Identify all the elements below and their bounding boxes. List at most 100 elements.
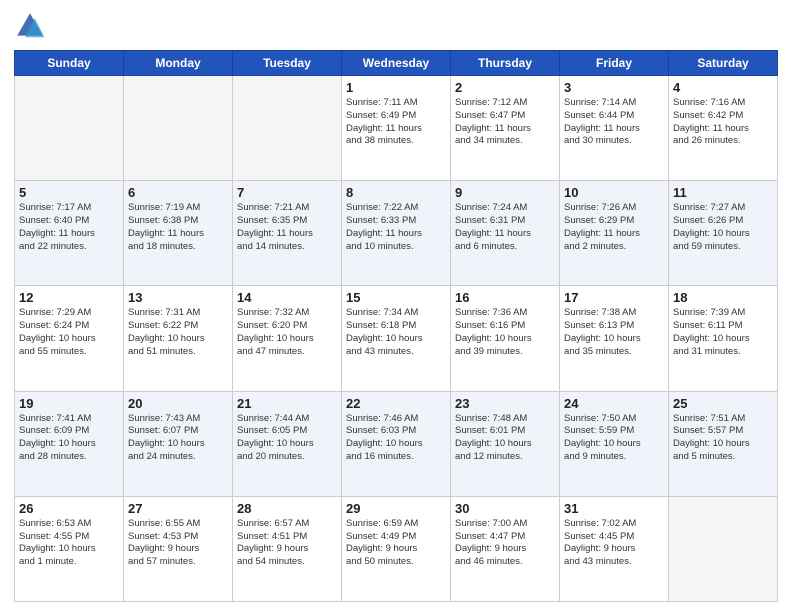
day-number: 20 bbox=[128, 396, 228, 411]
calendar-day-cell bbox=[124, 76, 233, 181]
calendar-day-cell: 17 Sunrise: 7:38 AM Sunset: 6:13 PM Dayli… bbox=[560, 286, 669, 391]
calendar-day-cell: 30Sunrise: 7:00 AM Sunset: 4:47 PM Dayli… bbox=[451, 496, 560, 601]
day-number: 6 bbox=[128, 185, 228, 200]
day-number: 26 bbox=[19, 501, 119, 516]
day-info: Sunrise: 7:34 AM Sunset: 6:18 PM Dayligh… bbox=[346, 307, 446, 358]
calendar-day-cell: 3 Sunrise: 7:14 AM Sunset: 6:44 PM Daylig… bbox=[560, 76, 669, 181]
logo bbox=[14, 10, 48, 42]
day-info: Sunrise: 7:16 AM Sunset: 6:42 PM Dayligh… bbox=[673, 97, 773, 148]
page-header bbox=[14, 10, 778, 42]
day-info: Sunrise: 7:36 AM Sunset: 6:16 PM Dayligh… bbox=[455, 307, 555, 358]
calendar-day-cell: 6 Sunrise: 7:19 AM Sunset: 6:38 PM Daylig… bbox=[124, 181, 233, 286]
calendar-day-cell: 10 Sunrise: 7:26 AM Sunset: 6:29 PM Dayli… bbox=[560, 181, 669, 286]
day-number: 18 bbox=[673, 290, 773, 305]
day-info: Sunrise: 7:39 AM Sunset: 6:11 PM Dayligh… bbox=[673, 307, 773, 358]
calendar-day-cell: 25 Sunrise: 7:51 AM Sunset: 5:57 PM Dayli… bbox=[669, 391, 778, 496]
day-info: Sunrise: 7:11 AM Sunset: 6:49 PM Dayligh… bbox=[346, 97, 446, 148]
logo-icon bbox=[14, 10, 46, 42]
day-number: 30 bbox=[455, 501, 555, 516]
day-info: Sunrise: 7:44 AM Sunset: 6:05 PM Dayligh… bbox=[237, 413, 337, 464]
day-number: 3 bbox=[564, 80, 664, 95]
day-info: Sunrise: 7:32 AM Sunset: 6:20 PM Dayligh… bbox=[237, 307, 337, 358]
day-number: 8 bbox=[346, 185, 446, 200]
day-info: Sunrise: 7:21 AM Sunset: 6:35 PM Dayligh… bbox=[237, 202, 337, 253]
calendar-weekday-monday: Monday bbox=[124, 51, 233, 76]
calendar-week-row: 12 Sunrise: 7:29 AM Sunset: 6:24 PM Dayli… bbox=[15, 286, 778, 391]
day-number: 17 bbox=[564, 290, 664, 305]
day-number: 1 bbox=[346, 80, 446, 95]
day-info: Sunrise: 7:43 AM Sunset: 6:07 PM Dayligh… bbox=[128, 413, 228, 464]
day-info: Sunrise: 7:26 AM Sunset: 6:29 PM Dayligh… bbox=[564, 202, 664, 253]
day-number: 10 bbox=[564, 185, 664, 200]
day-number: 21 bbox=[237, 396, 337, 411]
day-info: Sunrise: 7:41 AM Sunset: 6:09 PM Dayligh… bbox=[19, 413, 119, 464]
day-number: 22 bbox=[346, 396, 446, 411]
calendar-weekday-saturday: Saturday bbox=[669, 51, 778, 76]
day-number: 11 bbox=[673, 185, 773, 200]
calendar-weekday-sunday: Sunday bbox=[15, 51, 124, 76]
calendar-weekday-wednesday: Wednesday bbox=[342, 51, 451, 76]
day-info: Sunrise: 6:55 AM Sunset: 4:53 PM Dayligh… bbox=[128, 518, 228, 569]
calendar-day-cell: 15 Sunrise: 7:34 AM Sunset: 6:18 PM Dayli… bbox=[342, 286, 451, 391]
calendar-day-cell: 7 Sunrise: 7:21 AM Sunset: 6:35 PM Daylig… bbox=[233, 181, 342, 286]
day-number: 25 bbox=[673, 396, 773, 411]
day-info: Sunrise: 6:57 AM Sunset: 4:51 PM Dayligh… bbox=[237, 518, 337, 569]
day-info: Sunrise: 7:17 AM Sunset: 6:40 PM Dayligh… bbox=[19, 202, 119, 253]
calendar-day-cell bbox=[15, 76, 124, 181]
calendar-day-cell: 13Sunrise: 7:31 AM Sunset: 6:22 PM Dayli… bbox=[124, 286, 233, 391]
calendar-day-cell: 5 Sunrise: 7:17 AM Sunset: 6:40 PM Daylig… bbox=[15, 181, 124, 286]
calendar-day-cell: 22Sunrise: 7:46 AM Sunset: 6:03 PM Dayli… bbox=[342, 391, 451, 496]
day-number: 24 bbox=[564, 396, 664, 411]
day-info: Sunrise: 7:14 AM Sunset: 6:44 PM Dayligh… bbox=[564, 97, 664, 148]
calendar-day-cell: 1 Sunrise: 7:11 AM Sunset: 6:49 PM Daylig… bbox=[342, 76, 451, 181]
day-info: Sunrise: 7:27 AM Sunset: 6:26 PM Dayligh… bbox=[673, 202, 773, 253]
day-info: Sunrise: 7:12 AM Sunset: 6:47 PM Dayligh… bbox=[455, 97, 555, 148]
calendar-day-cell: 18 Sunrise: 7:39 AM Sunset: 6:11 PM Dayli… bbox=[669, 286, 778, 391]
calendar-day-cell: 8 Sunrise: 7:22 AM Sunset: 6:33 PM Daylig… bbox=[342, 181, 451, 286]
calendar-day-cell bbox=[233, 76, 342, 181]
calendar-day-cell: 26Sunrise: 6:53 AM Sunset: 4:55 PM Dayli… bbox=[15, 496, 124, 601]
calendar-day-cell: 23 Sunrise: 7:48 AM Sunset: 6:01 PM Dayli… bbox=[451, 391, 560, 496]
calendar-day-cell: 14Sunrise: 7:32 AM Sunset: 6:20 PM Dayli… bbox=[233, 286, 342, 391]
day-info: Sunrise: 7:19 AM Sunset: 6:38 PM Dayligh… bbox=[128, 202, 228, 253]
day-info: Sunrise: 7:38 AM Sunset: 6:13 PM Dayligh… bbox=[564, 307, 664, 358]
day-info: Sunrise: 7:22 AM Sunset: 6:33 PM Dayligh… bbox=[346, 202, 446, 253]
day-number: 27 bbox=[128, 501, 228, 516]
calendar-week-row: 26Sunrise: 6:53 AM Sunset: 4:55 PM Dayli… bbox=[15, 496, 778, 601]
calendar-day-cell: 20 Sunrise: 7:43 AM Sunset: 6:07 PM Dayli… bbox=[124, 391, 233, 496]
calendar-day-cell: 2 Sunrise: 7:12 AM Sunset: 6:47 PM Daylig… bbox=[451, 76, 560, 181]
calendar-day-cell: 28 Sunrise: 6:57 AM Sunset: 4:51 PM Dayli… bbox=[233, 496, 342, 601]
calendar-week-row: 19 Sunrise: 7:41 AM Sunset: 6:09 PM Dayli… bbox=[15, 391, 778, 496]
calendar-day-cell: 16Sunrise: 7:36 AM Sunset: 6:16 PM Dayli… bbox=[451, 286, 560, 391]
day-number: 28 bbox=[237, 501, 337, 516]
calendar-header-row: SundayMondayTuesdayWednesdayThursdayFrid… bbox=[15, 51, 778, 76]
day-info: Sunrise: 7:51 AM Sunset: 5:57 PM Dayligh… bbox=[673, 413, 773, 464]
day-info: Sunrise: 7:31 AM Sunset: 6:22 PM Dayligh… bbox=[128, 307, 228, 358]
calendar-table: SundayMondayTuesdayWednesdayThursdayFrid… bbox=[14, 50, 778, 602]
calendar-day-cell: 4 Sunrise: 7:16 AM Sunset: 6:42 PM Daylig… bbox=[669, 76, 778, 181]
day-number: 12 bbox=[19, 290, 119, 305]
day-number: 15 bbox=[346, 290, 446, 305]
day-number: 4 bbox=[673, 80, 773, 95]
day-info: Sunrise: 7:02 AM Sunset: 4:45 PM Dayligh… bbox=[564, 518, 664, 569]
calendar-weekday-tuesday: Tuesday bbox=[233, 51, 342, 76]
calendar-day-cell: 27 Sunrise: 6:55 AM Sunset: 4:53 PM Dayli… bbox=[124, 496, 233, 601]
day-number: 19 bbox=[19, 396, 119, 411]
day-info: Sunrise: 7:48 AM Sunset: 6:01 PM Dayligh… bbox=[455, 413, 555, 464]
day-number: 5 bbox=[19, 185, 119, 200]
calendar-day-cell: 29Sunrise: 6:59 AM Sunset: 4:49 PM Dayli… bbox=[342, 496, 451, 601]
day-number: 31 bbox=[564, 501, 664, 516]
day-number: 23 bbox=[455, 396, 555, 411]
day-number: 2 bbox=[455, 80, 555, 95]
day-info: Sunrise: 7:29 AM Sunset: 6:24 PM Dayligh… bbox=[19, 307, 119, 358]
calendar-weekday-friday: Friday bbox=[560, 51, 669, 76]
calendar-weekday-thursday: Thursday bbox=[451, 51, 560, 76]
calendar-day-cell: 9Sunrise: 7:24 AM Sunset: 6:31 PM Daylig… bbox=[451, 181, 560, 286]
day-number: 7 bbox=[237, 185, 337, 200]
calendar-day-cell: 24Sunrise: 7:50 AM Sunset: 5:59 PM Dayli… bbox=[560, 391, 669, 496]
day-info: Sunrise: 6:59 AM Sunset: 4:49 PM Dayligh… bbox=[346, 518, 446, 569]
day-number: 9 bbox=[455, 185, 555, 200]
page-container: SundayMondayTuesdayWednesdayThursdayFrid… bbox=[0, 0, 792, 612]
calendar-day-cell bbox=[669, 496, 778, 601]
calendar-day-cell: 21 Sunrise: 7:44 AM Sunset: 6:05 PM Dayli… bbox=[233, 391, 342, 496]
